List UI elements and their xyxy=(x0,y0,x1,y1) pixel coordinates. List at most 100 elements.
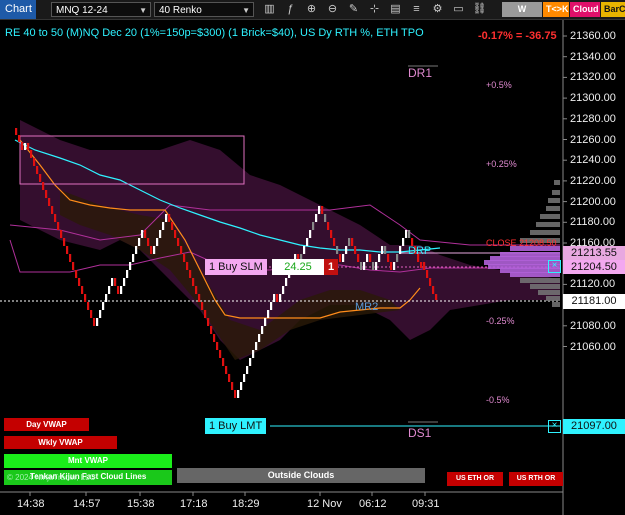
renko-brick xyxy=(180,246,183,254)
price-tick-label: 21360.00 xyxy=(570,30,616,42)
buy-slm-count[interactable]: 1 xyxy=(324,259,338,275)
close-order-icon[interactable]: × xyxy=(548,260,561,273)
renko-brick xyxy=(216,342,219,350)
renko-brick xyxy=(27,143,30,150)
renko-brick xyxy=(117,286,120,294)
renko-brick xyxy=(279,294,282,302)
renko-brick xyxy=(405,230,408,238)
renko-brick xyxy=(42,182,45,190)
renko-brick xyxy=(237,390,240,398)
renko-brick xyxy=(123,278,126,286)
barco-button[interactable]: BarCo xyxy=(601,2,625,17)
drawing-tool-icon[interactable]: ✎ xyxy=(346,2,361,17)
renko-brick xyxy=(45,190,48,198)
renko-brick xyxy=(90,310,93,318)
ds1-label: DS1 xyxy=(408,426,432,440)
renko-brick xyxy=(150,246,153,254)
renko-brick xyxy=(21,142,24,150)
renko-brick xyxy=(132,254,135,262)
volume-profile-bar xyxy=(536,222,560,227)
data-box-icon[interactable]: ▤ xyxy=(388,2,403,17)
buy-lmt-order-label[interactable]: 1 Buy LMT xyxy=(205,418,267,434)
renko-brick xyxy=(285,278,288,286)
renko-brick xyxy=(282,286,285,294)
renko-brick xyxy=(192,278,195,286)
renko-brick xyxy=(408,230,411,238)
renko-brick xyxy=(387,254,390,262)
renko-brick xyxy=(84,294,87,302)
renko-brick xyxy=(63,238,66,246)
wkly-vwap-button[interactable]: Wkly VWAP xyxy=(4,436,117,449)
tk-button[interactable]: T<>K xyxy=(543,2,569,17)
renko-brick xyxy=(78,278,81,286)
renko-brick xyxy=(309,230,312,238)
renko-brick xyxy=(183,254,186,262)
renko-brick xyxy=(60,230,63,238)
close-order-icon[interactable]: × xyxy=(548,420,561,433)
buy-slm-order-label[interactable]: 1 Buy SLM xyxy=(205,259,267,275)
link-icon[interactable]: ⛓ xyxy=(472,2,487,17)
time-tick-label: 15:38 xyxy=(127,498,155,510)
renko-brick xyxy=(402,238,405,246)
price-tick-label: 21120.00 xyxy=(570,278,616,291)
renko-brick xyxy=(81,286,84,294)
renko-brick xyxy=(177,238,180,246)
renko-brick xyxy=(69,254,72,262)
drp-label: DRP xyxy=(408,245,432,257)
price-tick-label: 21280.00 xyxy=(570,112,616,125)
renko-brick xyxy=(420,262,423,268)
volume-profile-bar xyxy=(520,278,560,283)
renko-brick xyxy=(159,230,162,238)
bar-chart-icon[interactable]: ▥ xyxy=(262,2,277,17)
crosshair-icon[interactable]: ⊹ xyxy=(367,2,382,17)
renko-brick xyxy=(54,214,57,222)
volume-profile-bar xyxy=(530,284,560,289)
mnt-vwap-button[interactable]: Mnt VWAP xyxy=(4,454,172,468)
pnl-readout: -0.17% = -36.75 xyxy=(478,30,557,42)
day-vwap-button[interactable]: Day VWAP xyxy=(4,418,89,431)
volume-profile-bar xyxy=(548,198,560,203)
renko-brick xyxy=(207,318,210,326)
renko-brick xyxy=(126,270,129,278)
renko-brick xyxy=(351,238,354,246)
w-vwap-button[interactable]: W VWAP xyxy=(502,2,542,29)
time-tick-label: 17:18 xyxy=(180,498,208,510)
chart-label[interactable]: Chart xyxy=(0,0,36,19)
renko-brick xyxy=(129,262,132,270)
us-eth-or-button[interactable]: US ETH OR xyxy=(447,472,503,486)
renko-brick xyxy=(195,286,198,294)
renko-brick xyxy=(51,206,54,214)
renko-brick xyxy=(93,318,96,326)
renko-brick xyxy=(48,198,51,206)
renko-brick xyxy=(243,374,246,382)
renko-brick xyxy=(138,238,141,246)
window-icon[interactable]: ▭ xyxy=(451,2,466,17)
time-tick-label: 18:29 xyxy=(232,498,260,510)
renko-brick xyxy=(24,143,27,150)
buy-slm-qty[interactable]: 24.25 xyxy=(272,259,324,275)
renko-brick xyxy=(168,214,171,222)
zoom-out-icon[interactable]: ⊖ xyxy=(325,2,340,17)
copyright-text: © 2024 NinjaTrader, LLC xyxy=(7,473,96,482)
time-tick-label: 14:38 xyxy=(17,498,45,510)
cloud-button[interactable]: Cloud xyxy=(570,2,600,17)
price-tick-label: 21220.00 xyxy=(570,174,616,187)
us-rth-or-button[interactable]: US RTH OR xyxy=(509,472,563,486)
bar-type-selector[interactable]: 40 Renko ▼ xyxy=(154,2,254,17)
renko-brick xyxy=(240,382,243,390)
volume-profile-bar xyxy=(552,302,560,307)
indicators-icon[interactable]: ƒ xyxy=(283,2,298,17)
renko-brick xyxy=(213,334,216,342)
renko-brick xyxy=(318,206,321,214)
renko-brick xyxy=(30,150,33,158)
templates-icon[interactable]: ≡ xyxy=(409,2,424,17)
time-tick-label: 09:31 xyxy=(412,498,440,510)
time-tick-label: 14:57 xyxy=(73,498,101,510)
pct-plus-025-label: +0.25% xyxy=(486,159,517,169)
properties-icon[interactable]: ⚙ xyxy=(430,2,445,17)
instrument-selector[interactable]: MNQ 12-24 ▼ xyxy=(51,2,151,17)
zoom-in-icon[interactable]: ⊕ xyxy=(304,2,319,17)
renko-brick xyxy=(108,286,111,294)
outside-clouds-button[interactable]: Outside Clouds xyxy=(177,468,425,483)
renko-brick xyxy=(345,246,348,254)
